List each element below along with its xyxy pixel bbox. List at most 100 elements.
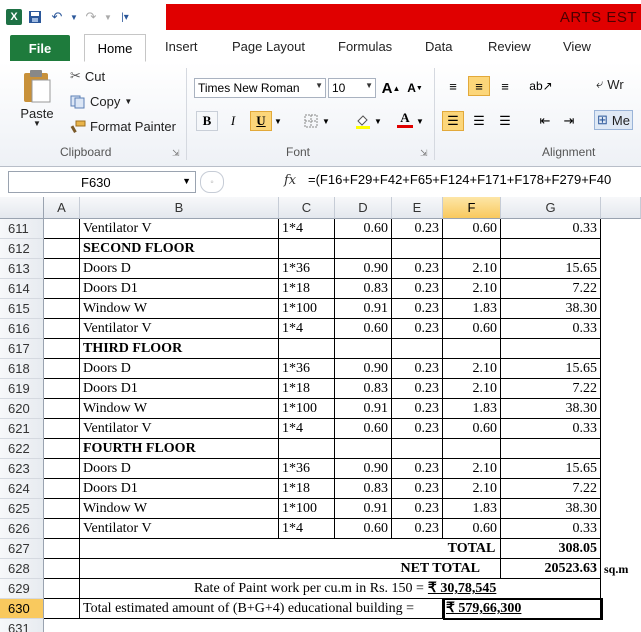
- undo-icon[interactable]: ↶: [48, 8, 66, 26]
- font-launcher-icon[interactable]: ⇲: [420, 148, 428, 159]
- underline-button[interactable]: U: [250, 111, 272, 131]
- table-cell-f[interactable]: [443, 339, 501, 359]
- table-cell-g[interactable]: 0.33: [501, 319, 601, 339]
- table-cell-e[interactable]: 0.23: [392, 519, 443, 539]
- table-cell-e[interactable]: [392, 439, 443, 459]
- row-header[interactable]: 619: [0, 379, 44, 399]
- table-cell-g[interactable]: 38.30: [501, 399, 601, 419]
- underline-dropdown-icon[interactable]: ▼: [272, 111, 284, 131]
- row-header[interactable]: 623: [0, 459, 44, 479]
- table-cell-b[interactable]: Ventilator V: [80, 219, 279, 239]
- table-cell-g[interactable]: 15.65: [501, 459, 601, 479]
- floor-heading[interactable]: SECOND FLOOR: [80, 239, 279, 259]
- table-cell-g[interactable]: 38.30: [501, 499, 601, 519]
- row-header[interactable]: 620: [0, 399, 44, 419]
- tab-insert[interactable]: Insert: [165, 39, 198, 54]
- borders-button[interactable]: [300, 111, 322, 131]
- align-left-button[interactable]: ☰: [442, 111, 464, 131]
- grid-cell[interactable]: [80, 559, 392, 579]
- merge-center-button[interactable]: ⊞ Me: [594, 110, 633, 130]
- floor-heading[interactable]: THIRD FLOOR: [80, 339, 279, 359]
- table-cell-b[interactable]: Ventilator V: [80, 419, 279, 439]
- table-cell-f[interactable]: 1.83: [443, 299, 501, 319]
- table-cell-e[interactable]: 0.23: [392, 259, 443, 279]
- font-color-button[interactable]: A: [394, 109, 416, 129]
- row-header[interactable]: 629: [0, 579, 44, 599]
- table-cell-f[interactable]: 2.10: [443, 479, 501, 499]
- table-cell-g[interactable]: 38.30: [501, 299, 601, 319]
- table-cell-a[interactable]: [44, 299, 80, 319]
- table-cell-d[interactable]: 0.90: [335, 359, 392, 379]
- decrease-indent-button[interactable]: ⇤: [534, 111, 556, 131]
- table-cell-e[interactable]: 0.23: [392, 379, 443, 399]
- table-cell-a[interactable]: [44, 459, 80, 479]
- formula-bar-resize-icon[interactable]: ◦: [200, 171, 224, 193]
- table-cell-e[interactable]: 0.23: [392, 319, 443, 339]
- table-cell-b[interactable]: Window W: [80, 399, 279, 419]
- table-cell-c[interactable]: 1*100: [279, 299, 335, 319]
- table-cell-a[interactable]: [44, 339, 80, 359]
- grid-cell[interactable]: [44, 599, 80, 619]
- table-cell-f[interactable]: 2.10: [443, 279, 501, 299]
- table-cell-b[interactable]: Window W: [80, 499, 279, 519]
- copy-button[interactable]: Copy ▼: [70, 94, 132, 109]
- table-cell-d[interactable]: 0.90: [335, 259, 392, 279]
- table-cell-g[interactable]: [501, 339, 601, 359]
- column-header-g[interactable]: G: [501, 197, 601, 219]
- table-cell-e[interactable]: 0.23: [392, 399, 443, 419]
- table-cell-d[interactable]: 0.91: [335, 499, 392, 519]
- formula-input[interactable]: =(F16+F29+F42+F65+F124+F171+F178+F279+F4…: [308, 172, 611, 187]
- table-cell-a[interactable]: [44, 359, 80, 379]
- row-header[interactable]: 624: [0, 479, 44, 499]
- table-cell-c[interactable]: [279, 339, 335, 359]
- table-cell-c[interactable]: [279, 439, 335, 459]
- table-cell-e[interactable]: 0.23: [392, 299, 443, 319]
- row-header[interactable]: 615: [0, 299, 44, 319]
- column-header-e[interactable]: E: [392, 197, 443, 219]
- redo-icon[interactable]: ↷: [82, 8, 100, 26]
- net-total-unit[interactable]: sq.m: [601, 559, 641, 579]
- font-size-combo[interactable]: 10 ▼: [328, 78, 376, 98]
- font-name-combo[interactable]: Times New Roman ▼: [194, 78, 326, 98]
- table-cell-g[interactable]: 7.22: [501, 279, 601, 299]
- table-cell-f[interactable]: 0.60: [443, 319, 501, 339]
- table-cell-g[interactable]: 0.33: [501, 519, 601, 539]
- increase-indent-button[interactable]: ⇥: [558, 111, 580, 131]
- table-cell-b[interactable]: Window W: [80, 299, 279, 319]
- table-cell-a[interactable]: [44, 239, 80, 259]
- table-cell-g[interactable]: 7.22: [501, 479, 601, 499]
- table-cell-e[interactable]: 0.23: [392, 499, 443, 519]
- bold-button[interactable]: B: [196, 111, 218, 131]
- table-cell-g[interactable]: [501, 239, 601, 259]
- floor-heading[interactable]: FOURTH FLOOR: [80, 439, 279, 459]
- table-cell-a[interactable]: [44, 259, 80, 279]
- cut-button[interactable]: ✂ Cut: [70, 68, 105, 84]
- net-total-label[interactable]: NET TOTAL: [392, 559, 501, 579]
- table-cell-a[interactable]: [44, 519, 80, 539]
- name-box[interactable]: F630 ▼: [8, 171, 196, 193]
- undo-dropdown-icon[interactable]: ▼: [70, 8, 78, 26]
- row-header[interactable]: 626: [0, 519, 44, 539]
- insert-function-icon[interactable]: fx: [284, 173, 296, 188]
- table-cell-c[interactable]: 1*36: [279, 359, 335, 379]
- table-cell-d[interactable]: 0.83: [335, 479, 392, 499]
- estimate-amount-cell[interactable]: ₹ 579,66,300: [443, 599, 601, 619]
- table-cell-b[interactable]: Doors D: [80, 359, 279, 379]
- total-label[interactable]: TOTAL: [443, 539, 501, 559]
- tab-data[interactable]: Data: [425, 39, 452, 54]
- tab-file[interactable]: File: [10, 35, 70, 61]
- table-cell-b[interactable]: Doors D1: [80, 279, 279, 299]
- table-cell-a[interactable]: [44, 319, 80, 339]
- table-cell-d[interactable]: [335, 239, 392, 259]
- table-cell-c[interactable]: 1*18: [279, 379, 335, 399]
- estimate-label-cell[interactable]: Total estimated amount of (B+G+4) educat…: [80, 599, 443, 619]
- italic-button[interactable]: I: [222, 111, 244, 131]
- table-cell-a[interactable]: [44, 279, 80, 299]
- table-cell-c[interactable]: 1*4: [279, 419, 335, 439]
- table-cell-f[interactable]: 0.60: [443, 519, 501, 539]
- borders-dropdown-icon[interactable]: ▼: [320, 111, 332, 131]
- row-header[interactable]: 617: [0, 339, 44, 359]
- orientation-button[interactable]: ab↗: [529, 76, 552, 96]
- column-header-d[interactable]: D: [335, 197, 392, 219]
- table-cell-e[interactable]: 0.23: [392, 419, 443, 439]
